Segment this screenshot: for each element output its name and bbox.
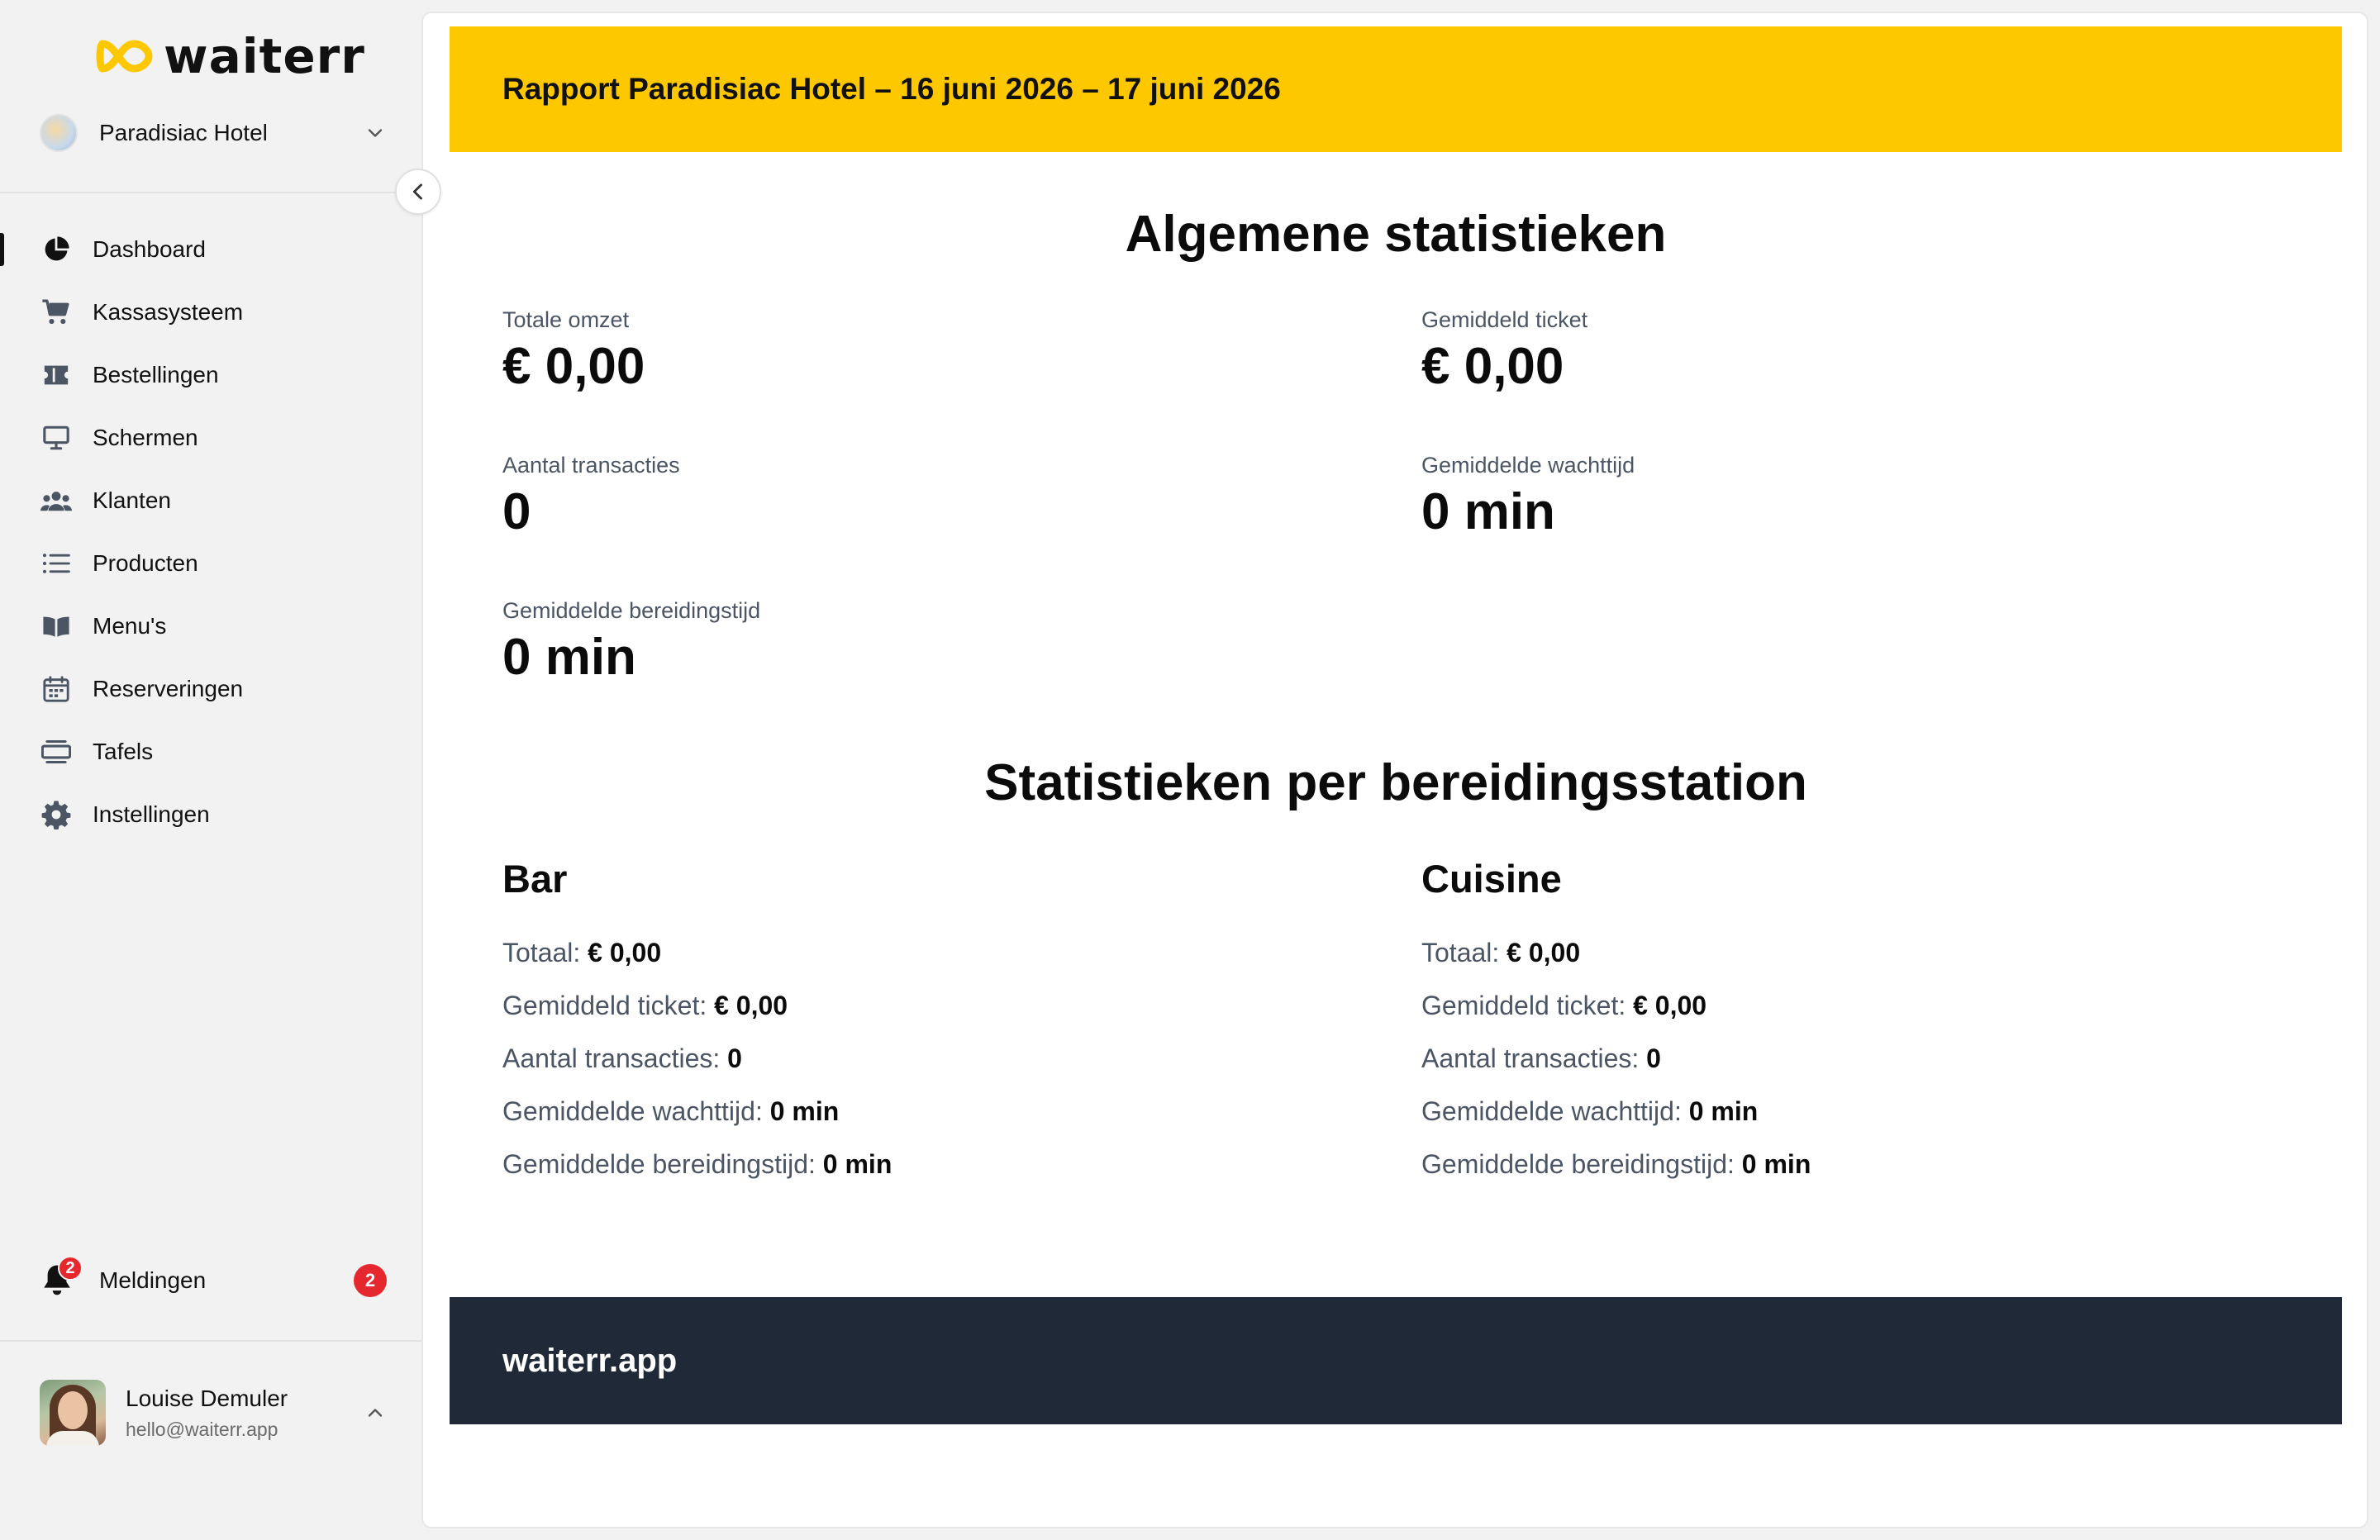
sidebar-divider: [0, 1340, 421, 1342]
sidebar-item-kassasysteem[interactable]: Kassasysteem: [0, 281, 421, 344]
user-email: hello@waiterr.app: [126, 1418, 278, 1440]
logo-text: waiterr: [164, 28, 365, 84]
venue-avatar: [40, 114, 78, 152]
table-icon: [40, 735, 73, 768]
bell-icon: 2: [40, 1256, 83, 1299]
users-icon: [40, 484, 73, 517]
gear-icon: [40, 798, 73, 831]
sidebar-item-menus[interactable]: Menu's: [0, 595, 421, 658]
sidebar-item-label: Menu's: [93, 613, 167, 639]
stat-value: 0 min: [1421, 483, 1555, 540]
ticket-icon: [40, 359, 73, 392]
stat-avg-ticket: Gemiddeld ticket € 0,00: [1421, 307, 1587, 393]
stat-label: Totale omzet: [502, 307, 630, 332]
logo[interactable]: waiterr: [96, 30, 365, 83]
station-row: Gemiddelde bereidingstijd: 0 min: [502, 1149, 892, 1179]
general-stats-title: Algemene statistieken: [1125, 206, 1667, 263]
user-info: Louise Demuler hello@waiterr.app: [126, 1386, 364, 1441]
stat-label: Gemiddelde wachttijd: [1421, 453, 1635, 478]
notifications-badge: 2: [58, 1256, 83, 1281]
sidebar-nav: Dashboard Kassasysteem Bestellingen Sche…: [0, 218, 421, 846]
book-icon: [40, 610, 73, 643]
station-row: Gemiddeld ticket: € 0,00: [1421, 991, 1707, 1020]
station-row: Gemiddelde bereidingstijd: 0 min: [1421, 1149, 1811, 1179]
pie-chart-icon: [40, 233, 73, 266]
station-row: Gemiddeld ticket: € 0,00: [502, 991, 788, 1020]
sidebar-item-label: Tafels: [93, 739, 154, 764]
sidebar-item-bestellingen[interactable]: Bestellingen: [0, 344, 421, 406]
sidebar-item-label: Dashboard: [93, 236, 206, 262]
user-name: Louise Demuler: [126, 1385, 288, 1411]
chevron-up-icon: [368, 1409, 383, 1417]
sidebar-item-reserveringen[interactable]: Reserveringen: [0, 658, 421, 720]
station-row: Aantal transacties: 0: [502, 1043, 742, 1073]
calendar-icon: [40, 673, 73, 706]
stat-label: Aantal transacties: [502, 453, 680, 478]
sidebar-item-label: Producten: [93, 550, 198, 576]
waiterr-logo-icon: [96, 40, 153, 73]
monitor-icon: [40, 421, 73, 454]
stat-avg-prep: Gemiddelde bereidingstijd 0 min: [502, 598, 760, 684]
station-row: Totaal: € 0,00: [1421, 938, 1581, 967]
notifications-count: 2: [354, 1264, 387, 1297]
sidebar-item-label: Kassasysteem: [93, 299, 244, 325]
venue-selector[interactable]: Paradisiac Hotel: [40, 112, 387, 154]
sidebar-item-label: Reserveringen: [93, 676, 244, 701]
collapse-sidebar-button[interactable]: [395, 169, 441, 215]
stat-value: € 0,00: [502, 338, 645, 395]
stat-value: 0 min: [502, 629, 636, 686]
station-stats-title: Statistieken per bereidingsstation: [984, 754, 1807, 811]
sidebar-item-instellingen[interactable]: Instellingen: [0, 783, 421, 846]
station-row: Aantal transacties: 0: [1421, 1043, 1661, 1073]
station-row: Gemiddelde wachttijd: 0 min: [1421, 1096, 1759, 1126]
sidebar-item-tafels[interactable]: Tafels: [0, 720, 421, 783]
footer-text: waiterr.app: [502, 1342, 678, 1379]
station-row: Totaal: € 0,00: [502, 938, 662, 967]
stat-value: € 0,00: [1421, 338, 1564, 395]
station-bar: Bar Totaal: € 0,00 Gemiddeld ticket: € 0…: [502, 856, 1246, 1191]
stat-total-revenue: Totale omzet € 0,00: [502, 307, 645, 393]
sidebar-item-klanten[interactable]: Klanten: [0, 469, 421, 532]
station-name: Bar: [502, 857, 568, 901]
venue-name: Paradisiac Hotel: [99, 120, 268, 145]
notifications-label: Meldingen: [99, 1267, 207, 1293]
avatar: [40, 1380, 106, 1446]
sidebar-divider: [0, 192, 421, 193]
sidebar: waiterr Paradisiac Hotel Dashboard Kassa…: [0, 0, 421, 1540]
chevron-left-icon: [412, 183, 422, 200]
sidebar-item-dashboard[interactable]: Dashboard: [0, 218, 421, 281]
chevron-down-icon: [368, 129, 383, 137]
station-row: Gemiddelde wachttijd: 0 min: [502, 1096, 840, 1126]
report-footer: waiterr.app: [450, 1297, 2342, 1424]
sidebar-item-label: Bestellingen: [93, 362, 219, 387]
station-name: Cuisine: [1421, 857, 1562, 901]
report-title: Rapport Paradisiac Hotel – 16 juni 2026 …: [502, 72, 1281, 106]
cart-icon: [40, 296, 73, 329]
sidebar-item-label: Instellingen: [93, 801, 210, 827]
user-menu[interactable]: Louise Demuler hello@waiterr.app: [40, 1378, 387, 1447]
notifications-button[interactable]: 2 Meldingen 2: [40, 1256, 387, 1304]
stat-avg-wait: Gemiddelde wachttijd 0 min: [1421, 453, 1635, 539]
list-icon: [40, 547, 73, 580]
sidebar-item-producten[interactable]: Producten: [0, 532, 421, 595]
sidebar-item-label: Klanten: [93, 487, 171, 513]
report-panel: Rapport Paradisiac Hotel – 16 juni 2026 …: [421, 12, 2368, 1528]
stat-value: 0: [502, 483, 531, 540]
stat-label: Gemiddelde bereidingstijd: [502, 598, 761, 623]
report-header: Rapport Paradisiac Hotel – 16 juni 2026 …: [450, 26, 2342, 152]
station-cuisine: Cuisine Totaal: € 0,00 Gemiddeld ticket:…: [1421, 856, 2165, 1191]
sidebar-item-schermen[interactable]: Schermen: [0, 406, 421, 469]
sidebar-item-label: Schermen: [93, 425, 198, 450]
stat-label: Gemiddeld ticket: [1421, 307, 1588, 332]
stat-transactions: Aantal transacties 0: [502, 453, 680, 539]
